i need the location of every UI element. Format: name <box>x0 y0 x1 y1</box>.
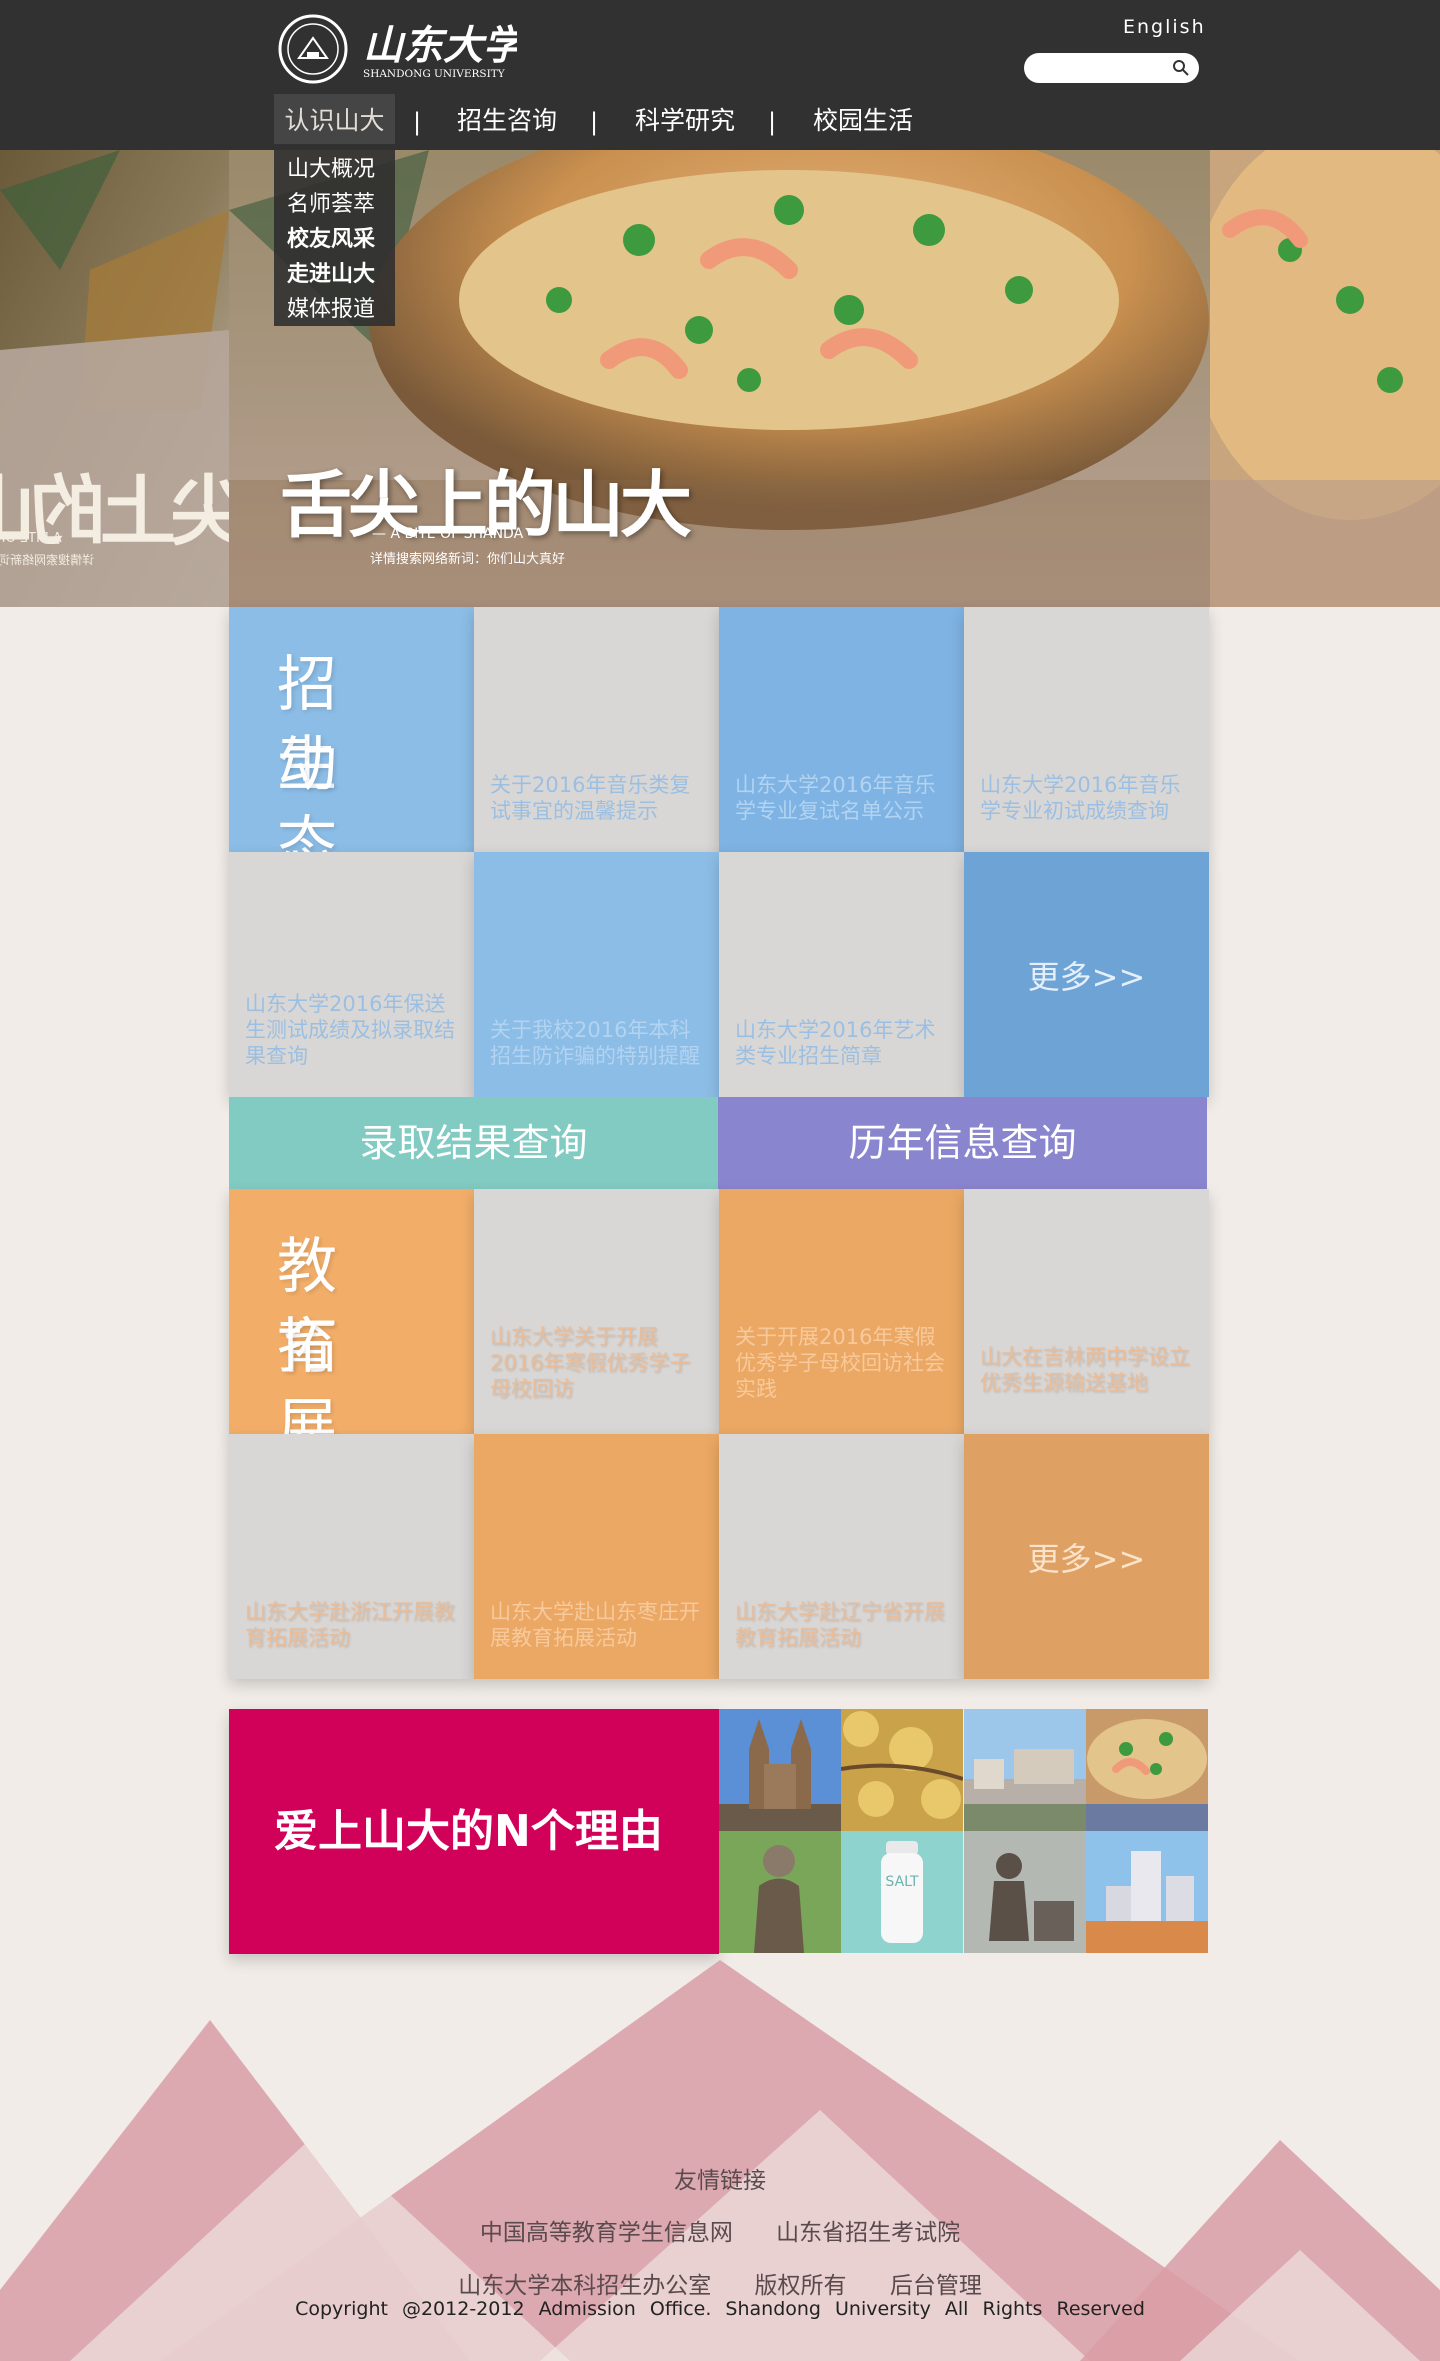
dropdown-item-visit[interactable]: 走进山大 <box>274 257 395 292</box>
photo-food[interactable] <box>1086 1709 1208 1831</box>
education-news-tile[interactable]: 山东大学赴辽宁省开展教育拓展活动 <box>719 1434 964 1679</box>
reasons-banner[interactable]: 爱上山大的N个理由 <box>229 1709 719 1954</box>
news-title: 山东大学2016年音乐学专业初试成绩查询 <box>980 773 1181 823</box>
news-title: 关于开展2016年寒假优秀学子母校回访社会实践 <box>735 1325 945 1401</box>
nav-item-admissions[interactable]: 招生咨询 <box>452 94 562 144</box>
food-photo <box>1086 1709 1208 1831</box>
news-title: 山东大学赴山东枣庄开展教育拓展活动 <box>490 1600 700 1650</box>
education-more-button[interactable]: 更多>> <box>964 1434 1209 1679</box>
search-input[interactable] <box>1024 53 1199 83</box>
university-seal-icon: 山东大学 SHANDONG UNIVERSITY <box>278 14 528 84</box>
banner-caption: 详情搜索网络新词：你们山大真好 <box>370 552 566 567</box>
campus-gate-photo <box>964 1709 1086 1831</box>
education-heading-line2: 拓 展 <box>277 1312 363 1434</box>
news-title: 关于我校2016年本科招生防诈骗的特别提醒 <box>490 1018 700 1068</box>
photo-salt[interactable]: SALT <box>841 1831 963 1953</box>
nav-item-research[interactable]: 科学研究 <box>630 94 740 144</box>
banner-left-subtitle: A BITE OF <box>0 531 62 546</box>
photo-church[interactable] <box>719 1709 841 1831</box>
admissions-heading-line2: 动 态 <box>277 730 363 852</box>
svg-text:SALT: SALT <box>885 1874 919 1890</box>
education-news-tile[interactable]: 山东大学赴浙江开展教育拓展活动 <box>229 1434 474 1679</box>
news-title: 山东大学2016年音乐学专业复试名单公示 <box>735 773 936 823</box>
news-title: 山东大学赴辽宁省开展教育拓展活动 <box>735 1600 945 1650</box>
dropdown-item-media[interactable]: 媒体报道 <box>274 292 395 327</box>
admissions-news-tile[interactable]: 山东大学2016年艺术类专业招生简章 <box>719 852 964 1097</box>
friend-link-chsi[interactable]: 中国高等教育学生信息网 <box>480 2220 733 2246</box>
search-icon[interactable] <box>1171 58 1191 78</box>
admin-link[interactable]: 后台管理 <box>890 2273 982 2299</box>
city-photo <box>1086 1831 1208 1953</box>
hero-banner[interactable]: 舌尖上的山 A BITE OF 详情搜索网络新词 舌尖上的山大 — A BITE… <box>0 150 1440 607</box>
photo-statue[interactable] <box>719 1831 841 1953</box>
photo-sculpture[interactable] <box>964 1831 1086 1953</box>
university-logo[interactable]: 山东大学 SHANDONG UNIVERSITY <box>277 14 528 84</box>
nav-item-about[interactable]: 认识山大 <box>274 94 395 144</box>
salt-shaker-photo: SALT <box>841 1831 963 1953</box>
history-info-query-button[interactable]: 历年信息查询 <box>718 1097 1207 1189</box>
nav-separator: | <box>413 108 422 136</box>
admissions-news-tile[interactable]: 山东大学2016年保送生测试成绩及拟录取结果查询 <box>229 852 474 1097</box>
photo-ginkgo[interactable] <box>841 1709 963 1831</box>
site-header: 山东大学 SHANDONG UNIVERSITY English 认识山大 | … <box>0 0 1440 150</box>
admissions-more-button[interactable]: 更多>> <box>964 852 1209 1097</box>
nav-item-campus-life[interactable]: 校园生活 <box>808 94 918 144</box>
nav-separator: | <box>590 108 599 136</box>
admissions-news-tile[interactable]: 山东大学2016年音乐学专业复试名单公示 <box>719 607 964 852</box>
friend-links: 中国高等教育学生信息网 山东省招生考试院 <box>0 2213 1440 2247</box>
more-label: 更多>> <box>1027 1540 1146 1578</box>
sculpture-photo <box>964 1831 1086 1953</box>
admissions-news-tile[interactable]: 山东大学2016年音乐学专业初试成绩查询 <box>964 607 1209 852</box>
svg-text:山东大学: 山东大学 <box>363 22 517 69</box>
dropdown-item-alumni[interactable]: 校友风采 <box>274 222 395 257</box>
svg-text:SHANDONG UNIVERSITY: SHANDONG UNIVERSITY <box>363 68 506 80</box>
footer-info: 山东大学本科招生办公室 版权所有 后台管理 <box>0 2266 1440 2300</box>
copyright-text: Copyright @2012-2012 Admission Office. S… <box>295 2298 1145 2320</box>
footer-rights: 版权所有 <box>754 2273 847 2299</box>
education-heading-tile[interactable]: 教 育 拓 展 <box>229 1189 474 1434</box>
news-title: 山东大学2016年艺术类专业招生简章 <box>735 1018 936 1068</box>
banner-right-image <box>1210 150 1440 607</box>
ginkgo-photo <box>841 1709 963 1831</box>
statue-photo <box>719 1831 841 1953</box>
church-photo <box>719 1709 841 1831</box>
education-news-tile[interactable]: 山大在吉林两中学设立优秀生源输送基地 <box>964 1189 1209 1434</box>
education-news-tile[interactable]: 山东大学关于开展2016年寒假优秀学子母校回访 <box>474 1189 719 1434</box>
education-news-tile[interactable]: 关于开展2016年寒假优秀学子母校回访社会实践 <box>719 1189 964 1434</box>
photo-campus-gate[interactable] <box>964 1709 1086 1831</box>
banner-left-caption: 详情搜索网络新词 <box>0 553 95 567</box>
news-title: 关于2016年音乐类复试事宜的温馨提示 <box>490 773 691 823</box>
banner-subtitle: — A BITE OF SHANDA — <box>372 526 542 542</box>
friend-link-sdzk[interactable]: 山东省招生考试院 <box>776 2220 960 2246</box>
english-link[interactable]: English <box>1123 16 1206 38</box>
admissions-heading-tile[interactable]: 招 生 动 态 <box>229 607 474 852</box>
photo-city[interactable] <box>1086 1831 1208 1953</box>
more-label: 更多>> <box>1027 958 1146 996</box>
education-news-tile[interactable]: 山东大学赴山东枣庄开展教育拓展活动 <box>474 1434 719 1679</box>
news-title: 山东大学关于开展2016年寒假优秀学子母校回访 <box>490 1325 691 1401</box>
nav-separator: | <box>768 108 777 136</box>
footer-office-name: 山东大学本科招生办公室 <box>458 2273 712 2299</box>
dropdown-item-overview[interactable]: 山大概况 <box>274 152 395 187</box>
friend-links-title: 友情链接 <box>674 2168 766 2194</box>
admission-result-query-button[interactable]: 录取结果查询 <box>229 1097 718 1189</box>
news-title: 山东大学2016年保送生测试成绩及拟录取结果查询 <box>245 992 455 1068</box>
dropdown-item-faculty[interactable]: 名师荟萃 <box>274 187 395 222</box>
news-title: 山东大学赴浙江开展教育拓展活动 <box>245 1600 455 1650</box>
news-title: 山大在吉林两中学设立优秀生源输送基地 <box>980 1345 1190 1395</box>
admissions-news-tile[interactable]: 关于我校2016年本科招生防诈骗的特别提醒 <box>474 852 719 1097</box>
about-dropdown-menu: 山大概况 名师荟萃 校友风采 走进山大 媒体报道 <box>274 150 395 326</box>
admissions-news-tile[interactable]: 关于2016年音乐类复试事宜的温馨提示 <box>474 607 719 852</box>
